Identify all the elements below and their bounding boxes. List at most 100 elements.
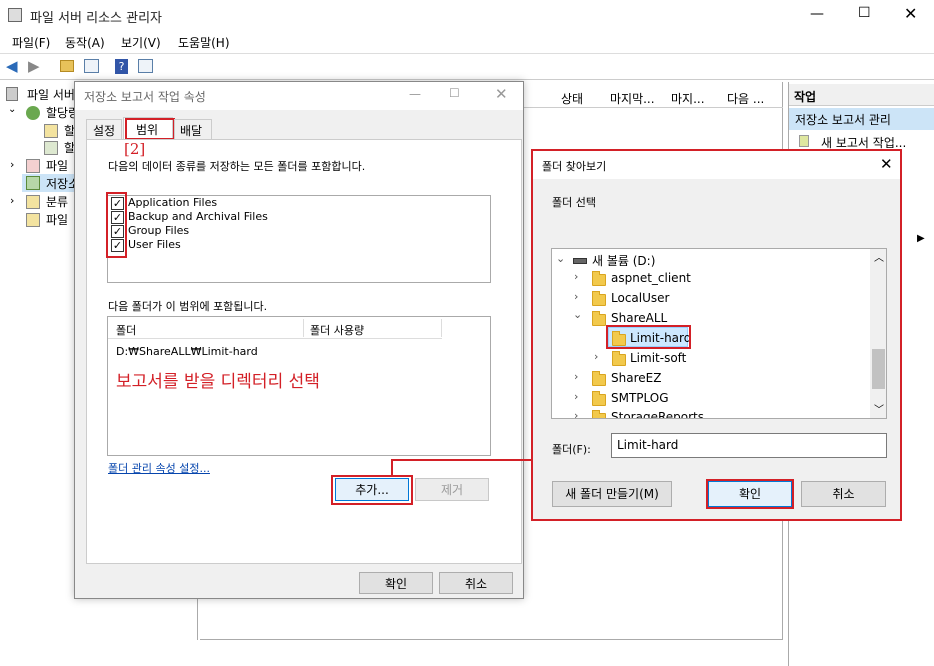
quota-icon — [26, 106, 40, 120]
folder-row[interactable]: D:₩ShareALL₩Limit-hard — [116, 345, 258, 358]
minimize-icon[interactable]: — — [409, 87, 421, 101]
col-next-run[interactable]: 다음 ... — [727, 90, 764, 107]
new-folder-button[interactable]: 새 폴더 만들기(M) — [552, 481, 672, 507]
tree-item-classification[interactable]: 분류 — [46, 193, 68, 210]
maximize-icon[interactable]: ☐ — [858, 5, 871, 21]
window-title: 파일 서버 리소스 관리자 — [30, 11, 162, 26]
annotation-connector-v — [391, 460, 393, 477]
tree-folder-aspnet[interactable]: aspnet_client — [611, 271, 691, 285]
quota-sub-icon — [44, 124, 58, 138]
close-icon[interactable]: ✕ — [904, 4, 917, 23]
close-icon[interactable]: ✕ — [880, 155, 893, 173]
properties-icon[interactable] — [138, 59, 153, 73]
tree-folder-storagereports[interactable]: StorageReports — [611, 410, 704, 418]
tree-item-file-mgmt[interactable]: 파일 — [46, 211, 68, 228]
folders-list-header: 폴더 폴더 사용량 — [108, 317, 442, 339]
chevron-right-icon[interactable]: › — [574, 390, 578, 403]
chevron-right-icon[interactable]: › — [574, 270, 578, 283]
tree-folder-shareez[interactable]: ShareEZ — [611, 371, 661, 385]
chevron-right-icon[interactable]: › — [10, 158, 14, 171]
chevron-right-icon[interactable]: ▶ — [917, 233, 925, 244]
chevron-down-icon[interactable]: ⌄ — [8, 104, 16, 115]
folder-icon — [592, 311, 606, 326]
col-divider — [303, 319, 304, 337]
forward-icon[interactable]: ▶ — [28, 57, 40, 75]
scroll-up-icon[interactable]: ︿ — [874, 249, 884, 264]
annotation-step: [2] — [124, 140, 146, 158]
tree-drive[interactable]: 새 볼륨 (D:) — [592, 252, 655, 269]
tree-scrollbar[interactable]: ︿ ﹀ — [870, 249, 886, 418]
tab-settings-label: 설정 — [93, 124, 116, 138]
label-group-files: Group Files — [128, 224, 190, 237]
browse-title: 폴더 찾아보기 — [542, 160, 607, 173]
tree-item-file-screen[interactable]: 파일 — [46, 157, 68, 174]
folder-icon — [592, 391, 606, 406]
chevron-right-icon[interactable]: › — [574, 409, 578, 418]
select-folder-label: 폴더 선택 — [552, 196, 596, 209]
folder-field-label: 폴더(F): — [552, 443, 591, 456]
folder-icon — [592, 271, 606, 286]
ok-button[interactable]: 확인 — [359, 572, 433, 594]
tab-settings[interactable]: 설정 — [86, 119, 122, 139]
label-backup-files: Backup and Archival Files — [128, 210, 268, 223]
chevron-down-icon[interactable]: ⌄ — [573, 308, 582, 321]
tree-root[interactable]: 파일 서버 — [27, 86, 75, 103]
menu-action[interactable]: 동작(A) — [65, 34, 105, 51]
scroll-thumb[interactable] — [872, 349, 885, 389]
folder-field-value: Limit-hard — [617, 438, 679, 452]
menu-view[interactable]: 보기(V) — [121, 34, 161, 51]
col-last-run[interactable]: 마지막... — [610, 90, 655, 107]
col-folder[interactable]: 폴더 — [116, 322, 136, 338]
chevron-right-icon[interactable]: › — [594, 350, 598, 363]
app-icon — [8, 8, 22, 22]
server-icon — [6, 87, 18, 101]
checkbox-highlight — [106, 192, 127, 258]
tree-folder-smtplog[interactable]: SMTPLOG — [611, 391, 669, 405]
tree-folder-limit-soft[interactable]: Limit-soft — [630, 351, 686, 365]
col-status[interactable]: 상태 — [561, 90, 583, 107]
minimize-icon[interactable]: — — [810, 6, 824, 22]
storage-report-icon — [26, 176, 40, 190]
overlay-annotation: 보고서를 받을 디렉터리 선택 — [116, 372, 320, 392]
menu-bar: 파일(F) 동작(A) 보기(V) 도움말(H) — [0, 31, 934, 53]
tab-delivery-label: 배달 — [180, 124, 203, 138]
remove-button[interactable]: 제거 — [415, 478, 489, 501]
file-mgmt-icon — [26, 213, 40, 227]
actions-selected-label: 저장소 보고서 관리 — [795, 113, 891, 127]
browse-cancel-button[interactable]: 취소 — [801, 481, 886, 507]
folder-mgmt-link[interactable]: 폴더 관리 속성 설정... — [108, 460, 210, 476]
menu-help[interactable]: 도움말(H) — [178, 34, 230, 51]
up-folder-icon[interactable] — [60, 60, 74, 72]
main-titlebar: 파일 서버 리소스 관리자 — ☐ ✕ — [0, 0, 934, 31]
tree-folder-localuser[interactable]: LocalUser — [611, 291, 669, 305]
label-application-files: Application Files — [128, 196, 218, 209]
back-icon[interactable]: ◀ — [6, 57, 18, 75]
chevron-right-icon[interactable]: › — [574, 290, 578, 303]
col-last-result[interactable]: 마지... — [671, 90, 705, 107]
chevron-right-icon[interactable]: › — [10, 194, 14, 207]
actions-selected[interactable]: 저장소 보고서 관리 — [789, 108, 934, 130]
report-icon — [799, 135, 809, 147]
tree-folder-shareall[interactable]: ShareALL — [611, 311, 667, 325]
add-button-highlight — [331, 475, 413, 505]
show-tree-icon[interactable] — [84, 59, 99, 73]
folder-icon — [592, 291, 606, 306]
scroll-down-icon[interactable]: ﹀ — [874, 401, 884, 416]
quota-sub-icon — [44, 141, 58, 155]
maximize-icon[interactable]: ☐ — [449, 86, 460, 100]
folder-icon — [612, 351, 626, 366]
browse-titlebar: 폴더 찾아보기 ✕ — [533, 151, 900, 179]
dialog-titlebar: 저장소 보고서 작업 속성 — ☐ ✕ — [75, 82, 523, 110]
toolbar: ◀ ▶ ? — [0, 53, 934, 80]
help-icon[interactable]: ? — [115, 59, 128, 74]
close-icon[interactable]: ✕ — [495, 85, 508, 103]
folder-field[interactable]: Limit-hard — [611, 433, 887, 458]
chevron-right-icon[interactable]: › — [574, 370, 578, 383]
file-screen-icon — [26, 159, 40, 173]
menu-file[interactable]: 파일(F) — [12, 34, 50, 51]
chevron-down-icon[interactable]: ⌄ — [556, 252, 565, 265]
label-user-files: User Files — [128, 238, 181, 251]
tab-delivery[interactable]: 배달 — [174, 119, 212, 139]
cancel-button[interactable]: 취소 — [439, 572, 513, 594]
col-usage[interactable]: 폴더 사용량 — [310, 322, 364, 338]
